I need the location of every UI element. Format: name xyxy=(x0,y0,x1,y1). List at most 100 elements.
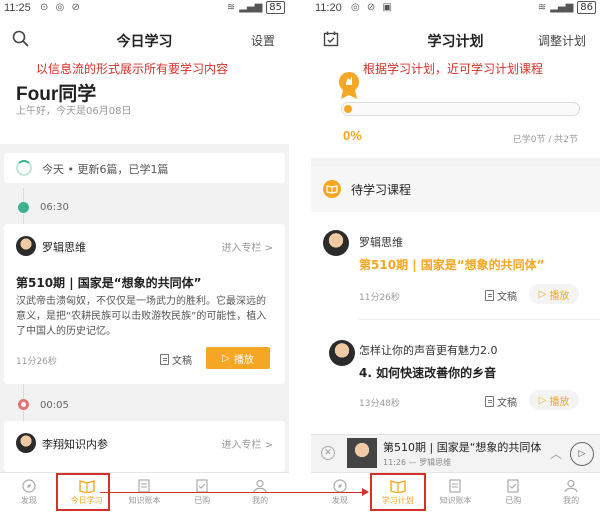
enter-column-link[interactable]: 进入专栏 > xyxy=(221,239,273,254)
play-button[interactable]: ▷ 播放 xyxy=(529,284,579,304)
annotation-right: 根据学习计划，近可学习计划课程 xyxy=(363,62,544,76)
tab-label: 已购 xyxy=(194,496,211,505)
document-label: 文稿 xyxy=(497,292,517,303)
adjust-plan-button[interactable]: 调整计划 xyxy=(538,32,586,49)
purchased-icon xyxy=(507,479,519,493)
avatar xyxy=(16,433,36,453)
enter-column-link[interactable]: 进入专栏 > xyxy=(221,436,273,451)
daily-update-card[interactable]: 今天 • 更新6篇，已学1篇 xyxy=(4,153,285,183)
tab-label: 知识账本 xyxy=(439,496,472,505)
document-label: 文稿 xyxy=(172,356,192,367)
course-duration: 11分26秒 xyxy=(16,357,57,367)
play-icon: ▷ xyxy=(222,352,230,364)
settings-button[interactable]: 设置 xyxy=(251,32,275,49)
annotation-arrow-line xyxy=(100,492,366,493)
tab-label: 已购 xyxy=(505,496,522,505)
update-text: 今天 • 更新6篇，已学1篇 xyxy=(42,163,169,176)
section-spacer xyxy=(311,158,600,166)
tab-purchased[interactable]: 已购 xyxy=(484,473,542,512)
battery-icon: 86 xyxy=(577,1,596,14)
tab-label: 我的 xyxy=(563,496,580,505)
pending-courses-header: 待学习课程 xyxy=(311,166,600,212)
course-title: 第510期 | 国家是“想象的共同体” xyxy=(16,276,202,290)
play-pause-button[interactable]: ▷ xyxy=(570,442,594,466)
course-author: 罗辑思维 xyxy=(42,241,86,254)
play-icon: ▷ xyxy=(538,394,547,406)
avatar xyxy=(323,230,349,256)
timeline-line xyxy=(23,214,24,224)
purchased-icon xyxy=(196,479,208,493)
document-button[interactable]: 文稿 xyxy=(485,394,517,409)
greeting-subtitle: 上午好，今天是06月08日 xyxy=(16,106,132,117)
pending-dot-icon xyxy=(18,399,29,410)
battery-icon: 85 xyxy=(266,1,285,14)
ledger-icon xyxy=(449,479,462,493)
document-button[interactable]: 文稿 xyxy=(160,352,192,367)
today-study-screen: 11:25 ⊙ ◎ ⊘ ≋ ▂▄▆ 85 今日学习 设置 Four同学 上午好，… xyxy=(0,0,289,512)
signal-icon: ▂▄▆ xyxy=(239,2,263,13)
play-label: 播放 xyxy=(233,354,254,366)
course-author: 李翔知识内参 xyxy=(42,438,108,451)
course-duration: 11分26秒 xyxy=(359,293,400,303)
mini-player[interactable]: ✕ 第510期 | 国家是“想象的共同体 11:26 — 罗辑思维 ︿ ▷ xyxy=(311,434,600,472)
list-item[interactable]: 罗辑思维 第510期 | 国家是“想象的共同体” 11分26秒 文稿 ▷ 播放 xyxy=(311,212,600,320)
book-icon xyxy=(323,180,341,198)
progress-percent: 0% xyxy=(343,128,362,143)
ledger-icon xyxy=(138,479,151,493)
avatar xyxy=(16,236,36,256)
notification-icons: ◎ ⊘ ▣ xyxy=(351,2,394,13)
chevron-up-icon[interactable]: ︿ xyxy=(550,445,562,462)
status-time: 11:25 xyxy=(4,2,31,14)
timeline-time: 00:05 xyxy=(40,400,69,411)
player-subtitle: 11:26 — 罗辑思维 xyxy=(383,458,452,467)
annotation-arrow-head-icon xyxy=(362,488,369,496)
course-description: 汉武帝击溃匈奴，不仅仅是一场武力的胜利。它最深远的意义，是把“农耕民族可以击败游… xyxy=(16,296,267,337)
avatar xyxy=(329,340,355,366)
check-dot-icon xyxy=(18,202,29,213)
tab-knowledge-ledger[interactable]: 知识账本 xyxy=(427,473,485,512)
course-card[interactable]: 罗辑思维 进入专栏 > 第510期 | 国家是“想象的共同体” 汉武帝击溃匈奴，… xyxy=(4,224,285,384)
status-time: 11:20 xyxy=(315,2,342,14)
course-author: 罗辑思维 xyxy=(359,236,403,249)
play-button[interactable]: ▷ 播放 xyxy=(529,390,579,410)
play-label: 播放 xyxy=(549,396,570,408)
progress-label: 已学0节 / 共2节 xyxy=(512,135,578,145)
document-button[interactable]: 文稿 xyxy=(485,288,517,303)
nav-bar: 学习计划 调整计划 xyxy=(311,18,600,62)
wifi-icon: ≋ xyxy=(226,2,236,13)
play-icon: ▷ xyxy=(538,288,547,300)
study-plan-screen: 11:20 ◎ ⊘ ▣ ≋ ▂▄▆ 86 学习计划 调整计划 0% 已学0节 /… xyxy=(311,0,600,512)
tab-label: 发现 xyxy=(20,496,37,505)
player-title: 第510期 | 国家是“想象的共同体 xyxy=(383,441,542,454)
notification-icons: ⊙ ◎ ⊘ xyxy=(40,2,82,13)
signal-icon: ▂▄▆ xyxy=(550,2,574,13)
play-button[interactable]: ▷ 播放 xyxy=(206,347,270,369)
course-title: 第510期 | 国家是“想象的共同体” xyxy=(359,258,545,272)
play-label: 播放 xyxy=(549,290,570,302)
list-item[interactable]: 怎样让你的声音更有魅力2.0 4. 如何快速改善你的乡音 13分48秒 文稿 ▷… xyxy=(311,320,600,434)
user-icon xyxy=(253,479,267,493)
page-title: 今日学习 xyxy=(116,34,173,50)
nav-bar: 今日学习 设置 xyxy=(0,18,289,62)
progress-ring-icon xyxy=(16,160,32,176)
document-icon xyxy=(485,290,494,301)
tab-label: 发现 xyxy=(331,496,348,505)
close-icon[interactable]: ✕ xyxy=(321,446,335,460)
compass-icon xyxy=(333,479,347,493)
tab-discover[interactable]: 发现 xyxy=(0,473,58,512)
timeline-time: 06:30 xyxy=(40,202,69,213)
status-bar: 11:20 ◎ ⊘ ▣ ≋ ▂▄▆ 86 xyxy=(311,0,600,18)
annotation-left: 以信息流的形式展示所有要学习内容 xyxy=(36,62,229,76)
highlight-box xyxy=(370,473,426,511)
medal-icon xyxy=(339,72,359,99)
section-title: 待学习课程 xyxy=(351,183,412,197)
progress-bar xyxy=(341,102,580,116)
course-card[interactable]: 李翔知识内参 进入专栏 > xyxy=(4,421,285,472)
progress-fill xyxy=(344,105,352,113)
status-right-icons: ≋ ▂▄▆ 86 xyxy=(538,1,596,14)
tab-mine[interactable]: 我的 xyxy=(542,473,600,512)
wifi-icon: ≋ xyxy=(537,2,547,13)
compass-icon xyxy=(22,479,36,493)
document-icon xyxy=(485,396,494,407)
document-label: 文稿 xyxy=(497,398,517,409)
